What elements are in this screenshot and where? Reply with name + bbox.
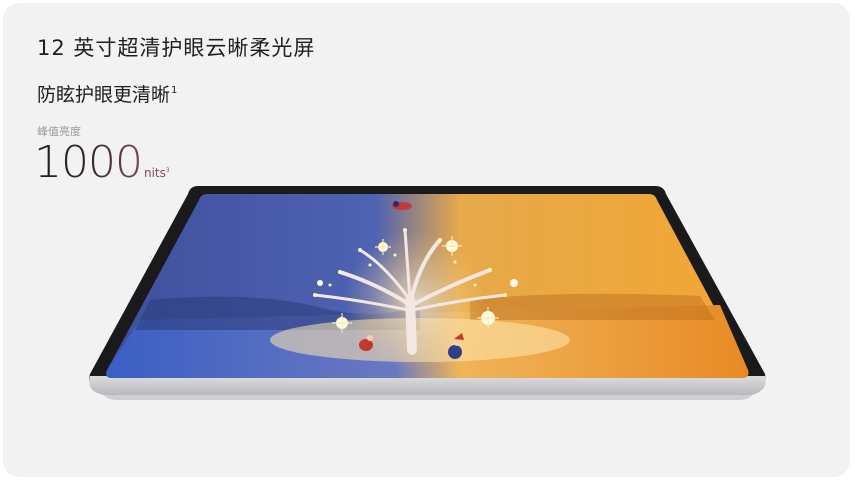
- tablet-illustration: [89, 186, 766, 400]
- tablet-edge: [89, 376, 766, 395]
- screen-artwork: [106, 194, 749, 378]
- tablet-shadow: [104, 395, 752, 400]
